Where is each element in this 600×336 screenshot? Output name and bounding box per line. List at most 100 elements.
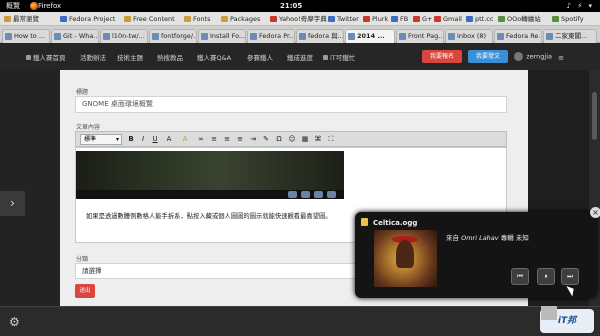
outdent-button[interactable]: ⇥ — [248, 134, 258, 145]
activities-button[interactable]: 概覽 — [6, 0, 20, 12]
plurk-icon — [363, 16, 370, 22]
bookmark-item[interactable]: Packages — [221, 14, 260, 24]
bookmark-item[interactable]: Gmail — [434, 14, 462, 24]
nav-item-hot[interactable]: 熱搜教品 — [157, 52, 183, 62]
bookmark-item[interactable]: 最常瀏覽 — [4, 14, 39, 24]
browser-tab[interactable]: Front Pag... — [396, 29, 444, 43]
scrollbar-thumb[interactable] — [592, 92, 597, 140]
bookmark-item[interactable]: OOo轉繪站 — [498, 14, 541, 24]
site-navbar: 鐵人賽首頁 活動辦法 技術主題 熱搜教品 鐵人賽Q&A 參賽鐵人 鐵成進度 iT… — [0, 43, 600, 70]
browser-tab[interactable]: Git - Wha... — [51, 29, 99, 43]
bookmark-item[interactable]: G+ — [413, 14, 432, 24]
menu-icon[interactable]: ≡ — [558, 54, 564, 62]
tab-favicon-icon — [448, 33, 455, 40]
bookmark-item[interactable]: Fonts — [184, 14, 211, 24]
bookmark-item[interactable]: ptt.cc — [466, 14, 493, 24]
tab-favicon-icon — [250, 33, 257, 40]
fedora-icon — [60, 16, 67, 22]
clock[interactable]: 21:05 — [280, 0, 302, 12]
title-input[interactable]: GNOME 桌面環境概覽 — [75, 96, 507, 113]
app-menu[interactable]: Firefox — [38, 0, 61, 12]
source-button[interactable]: ⌘ — [313, 134, 323, 145]
italic-button[interactable]: I — [138, 134, 148, 145]
register-button[interactable]: 我要報名 — [422, 50, 463, 63]
nav-item-home[interactable]: 鐵人賽首頁 — [26, 52, 66, 62]
home-icon — [26, 55, 31, 60]
browser-tab[interactable]: Install Fo... — [198, 29, 246, 43]
symbol-button[interactable]: Ω — [274, 134, 284, 145]
tab-favicon-icon — [201, 33, 208, 40]
cover-figure — [396, 240, 414, 268]
highlight-button[interactable]: A — [180, 134, 190, 145]
artist-name: Omri Lahav — [461, 234, 499, 242]
indent-button[interactable]: ≡ — [235, 134, 245, 145]
bookmark-item[interactable]: Fedora Project — [60, 14, 115, 24]
table-button[interactable]: ▦ — [300, 134, 310, 145]
category-label: 分類 — [76, 256, 89, 263]
tray-app-thumbnail[interactable] — [541, 306, 557, 320]
nav-item-topics[interactable]: 技術主題 — [117, 52, 143, 62]
browser-tab[interactable]: How to ... — [2, 29, 50, 43]
folder-icon — [4, 16, 11, 22]
tab-favicon-icon — [399, 33, 406, 40]
spotify-icon — [552, 16, 559, 22]
link-button[interactable]: ∞ — [196, 134, 206, 145]
nav-item-qa[interactable]: 鐵人賽Q&A — [197, 52, 231, 62]
tab-favicon-icon — [54, 33, 61, 40]
previous-track-button[interactable]: ⏮ — [511, 268, 529, 285]
avatar — [514, 52, 524, 61]
track-title: Celtica.ogg — [373, 219, 418, 227]
screenshot-dash — [76, 190, 344, 199]
bookmark-item[interactable]: FB — [391, 14, 408, 24]
gear-icon[interactable]: ⚙ — [9, 316, 20, 328]
twitter-icon — [328, 16, 335, 22]
nav-item-participants[interactable]: 參賽鐵人 — [247, 52, 273, 62]
bookmark-item[interactable]: Yahoo!奇摩字典 — [270, 14, 327, 24]
close-icon[interactable]: × — [590, 207, 600, 218]
browser-tab[interactable]: fontforge/... — [149, 29, 197, 43]
tab-favicon-icon — [497, 33, 504, 40]
chevron-down-icon: ▾ — [115, 136, 119, 143]
underline-button[interactable]: U — [150, 134, 160, 145]
title-label: 標題 — [76, 89, 89, 96]
editor-toolbar: 標準 ▾ B I U A A ∞ ≡ ≡ ≡ ⇥ ✎ Ω ☺ ▦ ⌘ ⛶ — [75, 131, 507, 147]
browser-tab[interactable]: l10n-tw/... — [100, 29, 148, 43]
side-expand-arrow[interactable]: › — [0, 191, 25, 216]
pause-button[interactable]: ⏸ — [537, 268, 555, 285]
browser-tab[interactable]: Fedora Re... — [494, 29, 542, 43]
nav-item-help[interactable]: iT可鐵忙 — [323, 52, 355, 62]
submit-button[interactable]: 送出 — [75, 284, 95, 298]
tab-favicon-icon — [103, 33, 110, 40]
format-select[interactable]: 標準 ▾ — [80, 134, 122, 145]
align-button[interactable]: ≡ — [222, 134, 232, 145]
browser-tab[interactable]: Inbox (8) — [445, 29, 493, 43]
system-menu-icon[interactable]: ♪ ⚡ ▾ — [567, 0, 594, 12]
bookmark-item[interactable]: Spotify — [552, 14, 584, 24]
bookmark-item[interactable]: Plurk — [363, 14, 388, 24]
nav-item-progress[interactable]: 鐵成進度 — [287, 52, 313, 62]
folder-icon — [124, 16, 131, 22]
message-tray: ⚙ iT邦 — [0, 306, 600, 336]
user-menu[interactable]: zerngjia — [514, 52, 552, 61]
nav-item-rules[interactable]: 活動辦法 — [80, 52, 106, 62]
fullscreen-button[interactable]: ⛶ — [326, 134, 336, 145]
bold-button[interactable]: B — [126, 134, 136, 145]
browser-tab[interactable]: 二家東閣... — [543, 29, 597, 43]
bookmark-item[interactable]: Free Content — [124, 14, 175, 24]
browser-tab[interactable]: fedora 與... — [296, 29, 344, 43]
text-color-button[interactable]: A — [164, 134, 174, 145]
post-article-button[interactable]: 我要發文 — [468, 50, 509, 63]
gmail-icon — [434, 16, 441, 22]
gplus-icon — [413, 16, 420, 22]
list-button[interactable]: ≡ — [209, 134, 219, 145]
browser-tab[interactable]: Fedora Pr... — [247, 29, 295, 43]
browser-tab-active[interactable]: 2014 ... — [345, 29, 395, 43]
facebook-icon — [391, 16, 398, 22]
bookmark-item[interactable]: Twitter — [328, 14, 359, 24]
edit-button[interactable]: ✎ — [261, 134, 271, 145]
emoji-button[interactable]: ☺ — [287, 134, 297, 145]
track-meta: 來自 Omri Lahav 專輯 未知 — [446, 234, 529, 242]
gnome-top-bar: 概覽 Firefox 21:05 ♪ ⚡ ▾ — [0, 0, 600, 12]
album-cover — [374, 230, 437, 287]
tab-favicon-icon — [152, 33, 159, 40]
